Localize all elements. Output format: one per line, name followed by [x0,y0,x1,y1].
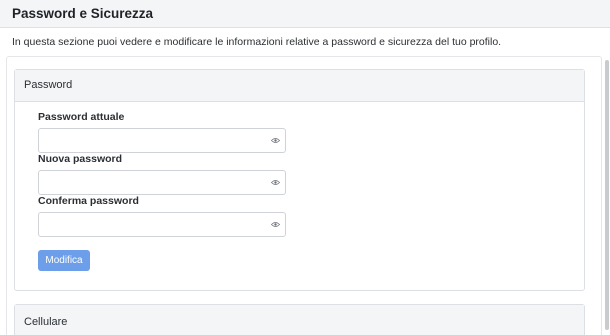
current-password-label: Password attuale [38,111,125,123]
new-password-label: Nuova password [38,153,123,165]
page-title: Password e Sicurezza [12,6,154,21]
scrollbar-thumb[interactable] [605,60,609,330]
modifica-button[interactable]: Modifica [38,250,90,271]
current-password-input[interactable] [39,129,259,152]
confirm-password-field[interactable] [38,212,286,237]
eye-icon[interactable] [271,179,280,186]
password-card: Password Password attuale Nuova password… [14,69,585,291]
cellulare-card: Cellulare [14,304,585,335]
cellulare-card-header: Cellulare [15,305,584,335]
new-password-input[interactable] [39,171,259,194]
confirm-password-label: Conferma password [38,195,139,207]
eye-icon[interactable] [271,137,280,144]
page-intro: In questa sezione puoi vedere e modifica… [12,36,502,48]
eye-icon[interactable] [271,221,280,228]
password-card-header: Password [15,70,584,102]
page-header: Password e Sicurezza [0,0,610,28]
confirm-password-input[interactable] [39,213,259,236]
current-password-field[interactable] [38,128,286,153]
new-password-field[interactable] [38,170,286,195]
